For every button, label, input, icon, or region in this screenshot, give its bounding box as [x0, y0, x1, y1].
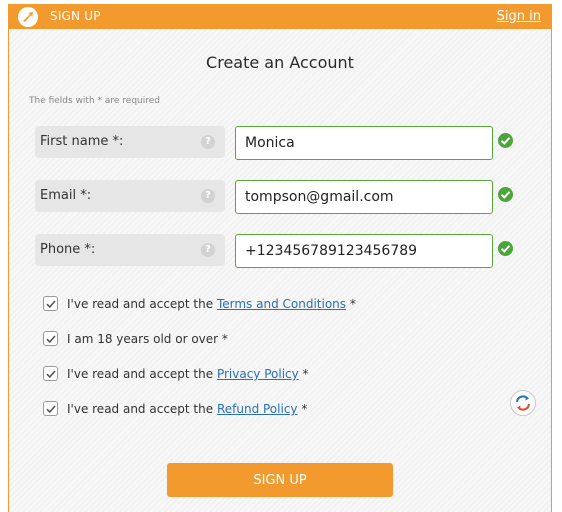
signup-panel: SIGN UP Sign in Create an Account The fi…: [8, 4, 552, 512]
phone-label: Phone *:: [40, 242, 96, 257]
terms-checkbox[interactable]: [43, 296, 58, 311]
terms-text: I've read and accept the: [67, 297, 217, 311]
refund-text: I've read and accept the: [67, 402, 217, 416]
age-text: I am 18 years old or over *: [67, 332, 228, 346]
phone-checkmark-icon: [498, 241, 513, 256]
signup-header: SIGN UP Sign in: [9, 5, 551, 29]
sign-in-link[interactable]: Sign in: [497, 9, 541, 24]
refund-required-mark: *: [297, 402, 308, 416]
first-name-input[interactable]: [235, 126, 493, 160]
terms-required-mark: *: [346, 297, 356, 311]
age-checkbox[interactable]: [43, 331, 58, 346]
header-title: SIGN UP: [50, 9, 101, 23]
phone-label-box: Phone *: ?: [35, 234, 225, 266]
privacy-required-mark: *: [298, 367, 309, 381]
privacy-checkbox[interactable]: [43, 366, 58, 381]
terms-link[interactable]: Terms and Conditions: [217, 297, 346, 311]
required-fields-note: The fields with * are required: [29, 96, 161, 106]
email-label-box: Email *: ?: [35, 180, 225, 212]
form-title: Create an Account: [206, 53, 354, 72]
help-icon[interactable]: ?: [201, 189, 215, 203]
logo-icon: [17, 6, 39, 28]
first-name-checkmark-icon: [498, 133, 513, 148]
refund-policy-link[interactable]: Refund Policy: [217, 402, 298, 416]
phone-input[interactable]: [235, 234, 493, 268]
help-icon[interactable]: ?: [201, 243, 215, 257]
first-name-label: First name *:: [40, 134, 124, 149]
email-input[interactable]: [235, 180, 493, 214]
email-checkmark-icon: [498, 187, 513, 202]
refresh-icon[interactable]: [510, 390, 536, 416]
email-label: Email *:: [40, 188, 92, 203]
first-name-label-box: First name *: ?: [35, 126, 225, 158]
sign-up-button[interactable]: SIGN UP: [167, 463, 393, 497]
privacy-text: I've read and accept the: [67, 367, 217, 381]
privacy-policy-link[interactable]: Privacy Policy: [217, 367, 299, 381]
refund-checkbox[interactable]: [43, 401, 58, 416]
help-icon[interactable]: ?: [201, 135, 215, 149]
